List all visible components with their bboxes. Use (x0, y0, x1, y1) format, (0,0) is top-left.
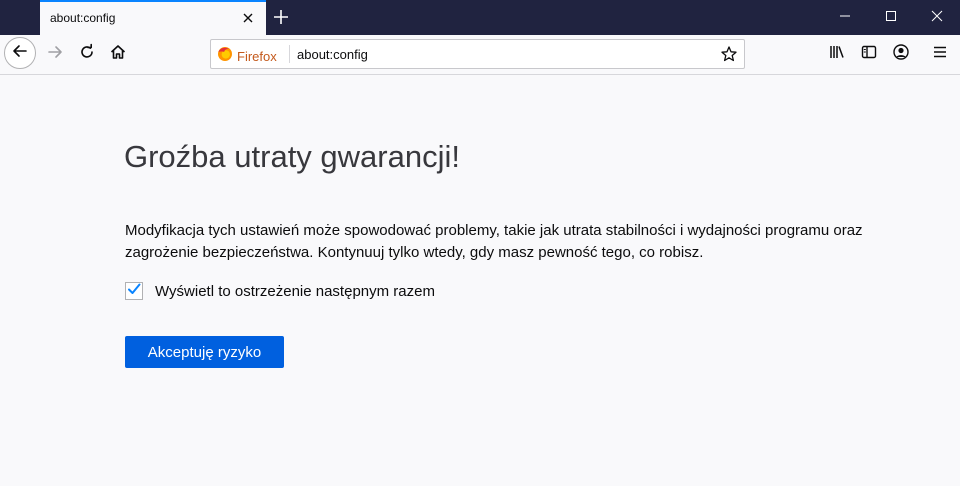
checkmark-icon (126, 281, 142, 302)
close-icon[interactable] (240, 10, 256, 26)
navigation-toolbar: Firefox about:config (0, 35, 960, 75)
arrow-left-icon (11, 42, 29, 65)
url-bar[interactable]: Firefox about:config (210, 39, 745, 69)
show-warning-option[interactable]: Wyświetl to ostrzeżenie następnym razem (125, 282, 435, 300)
hamburger-menu-icon (931, 43, 949, 66)
library-button[interactable] (822, 39, 852, 69)
reload-icon (78, 43, 96, 66)
plus-icon[interactable] (272, 8, 290, 26)
menu-button[interactable] (925, 39, 955, 69)
reload-button[interactable] (72, 39, 102, 69)
url-separator (289, 45, 290, 63)
star-icon[interactable] (720, 45, 738, 63)
back-button[interactable] (4, 37, 36, 69)
warning-description: Modyfikacja tych ustawień może spowodowa… (125, 222, 863, 261)
account-button[interactable] (886, 39, 916, 69)
identity-box[interactable]: Firefox (217, 46, 277, 67)
firefox-logo-icon (217, 46, 233, 67)
sidebar-icon (860, 43, 878, 66)
tab-strip: about:config (0, 0, 960, 35)
arrow-right-icon (46, 43, 64, 66)
tab-title: about:config (50, 11, 116, 25)
page-title: Groźba utraty gwarancji! (124, 139, 460, 174)
account-icon (892, 43, 910, 66)
url-input[interactable]: about:config (297, 47, 368, 62)
home-icon (109, 43, 127, 66)
browser-window: about:config Firefox about:config Groźba… (0, 0, 960, 486)
accept-risk-button[interactable]: Akceptuję ryzyko (125, 336, 284, 368)
sidebar-button[interactable] (854, 39, 884, 69)
show-warning-label[interactable]: Wyświetl to ostrzeżenie następnym razem (155, 283, 435, 300)
identity-label: Firefox (237, 49, 277, 64)
maximize-button[interactable] (868, 0, 914, 35)
library-icon (828, 43, 846, 66)
home-button[interactable] (103, 39, 133, 69)
minimize-button[interactable] (822, 0, 868, 35)
show-warning-checkbox[interactable] (125, 282, 143, 300)
forward-button[interactable] (40, 39, 70, 69)
maximize-icon (885, 9, 897, 27)
close-icon (931, 9, 943, 27)
tab-about-config[interactable]: about:config (40, 0, 266, 35)
close-window-button[interactable] (914, 0, 960, 35)
page-content: Groźba utraty gwarancji! Modyfikacja tyc… (0, 75, 960, 486)
minimize-icon (839, 9, 851, 27)
